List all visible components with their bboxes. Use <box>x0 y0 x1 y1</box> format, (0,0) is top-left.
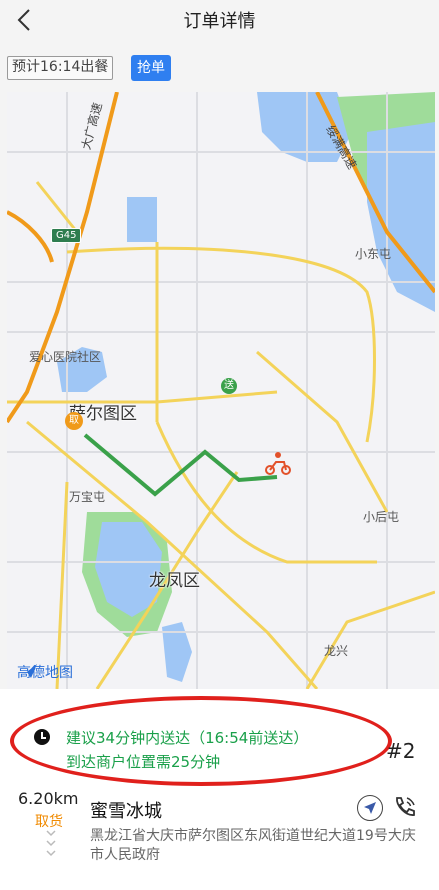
map-label-xiaohoutun: 小后屯 <box>363 510 400 524</box>
map-label-longfeng: 龙凤区 <box>149 571 200 591</box>
navigate-icon[interactable] <box>357 795 383 821</box>
suggested-delivery-time: 建议34分钟内送达（16:54前送达） <box>66 729 309 747</box>
map-label-wanbaotun: 万宝屯 <box>69 490 106 504</box>
map-view[interactable]: 大广高速 绥满高速 G45 小东屯 爱心医院社区 萨尔图区 万宝屯 小后屯 龙凤… <box>7 92 435 689</box>
header: 订单详情 <box>0 0 439 44</box>
amap-logo-icon <box>19 664 37 678</box>
arrive-merchant-time: 到达商户位置需25分钟 <box>66 753 221 771</box>
pickup-pin-icon: 取 <box>65 412 83 430</box>
highway-shield: G45 <box>51 228 82 243</box>
order-detail-page: 订单详情 预计16:14出餐 抢单 大广高速 绥满高速 G45 小东屯 爱心医院… <box>0 0 439 890</box>
map-canvas <box>7 92 435 689</box>
toolbar: 预计16:14出餐 抢单 <box>0 44 439 92</box>
distance: 6.20km <box>18 789 79 808</box>
clock-icon <box>34 729 50 745</box>
map-label-aixin: 爱心医院社区 <box>29 350 102 364</box>
route-dots-icon <box>46 830 56 857</box>
rider-icon <box>264 450 292 476</box>
order-number: #2 <box>386 739 416 763</box>
pickup-tag: 取货 <box>35 814 63 830</box>
map-logo: 高德地图 <box>17 662 73 682</box>
eta-chip: 预计16:14出餐 <box>7 56 114 80</box>
grab-order-button[interactable]: 抢单 <box>131 55 171 81</box>
phone-icon[interactable] <box>391 793 419 821</box>
map-label-longxing: 龙兴 <box>324 644 349 658</box>
map-label-xiaodongtun: 小东屯 <box>355 247 392 261</box>
shop-address: 黑龙江省大庆市萨尔图区东风街道世纪大道19号大庆市人民政府 <box>90 828 416 863</box>
page-title: 订单详情 <box>183 11 256 32</box>
order-panel: 建议34分钟内送达（16:54前送达） 到达商户位置需25分钟 #2 6.20k… <box>0 689 439 890</box>
deliver-pin-icon: 送 <box>221 378 237 394</box>
shop-name: 蜜雪冰城 <box>90 801 162 822</box>
